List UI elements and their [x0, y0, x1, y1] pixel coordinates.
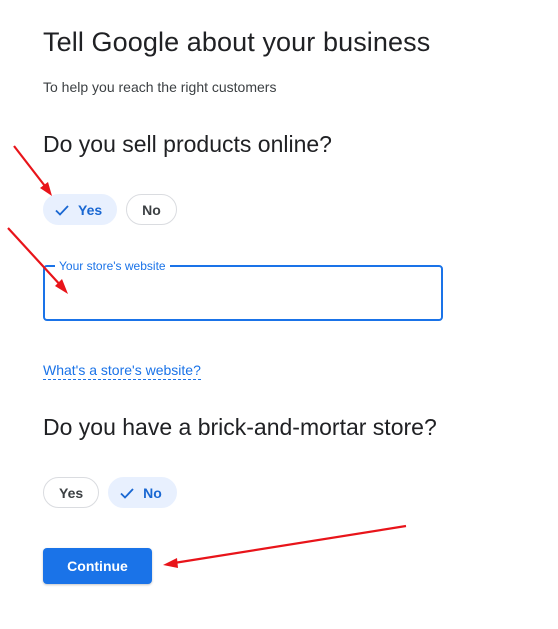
physical-store-yes-chip[interactable]: Yes: [43, 477, 100, 508]
business-info-page: Tell Google about your business To help …: [0, 0, 558, 629]
check-icon: [54, 202, 70, 218]
online-sales-options: Yes No: [43, 194, 177, 225]
chip-label: No: [143, 484, 162, 501]
check-icon: [119, 485, 135, 501]
online-sales-question: Do you sell products online?: [43, 131, 332, 157]
store-website-help-link[interactable]: What's a store's website?: [43, 362, 201, 380]
physical-store-no-chip[interactable]: No: [108, 477, 177, 508]
annotation-arrow: [163, 524, 407, 568]
online-sales-no-chip[interactable]: No: [126, 194, 177, 225]
page-title: Tell Google about your business: [43, 27, 431, 57]
physical-store-options: Yes No: [43, 477, 177, 508]
chip-label: Yes: [59, 484, 84, 501]
chip-label: No: [142, 201, 161, 218]
continue-button[interactable]: Continue: [43, 548, 152, 584]
store-website-input[interactable]: [57, 281, 431, 307]
store-website-field: Your store's website: [43, 259, 443, 321]
online-sales-yes-chip[interactable]: Yes: [43, 194, 118, 225]
store-website-label: Your store's website: [55, 259, 170, 273]
physical-store-question: Do you have a brick-and-mortar store?: [43, 414, 437, 440]
chip-label: Yes: [78, 201, 103, 218]
page-subtitle: To help you reach the right customers: [43, 79, 277, 95]
